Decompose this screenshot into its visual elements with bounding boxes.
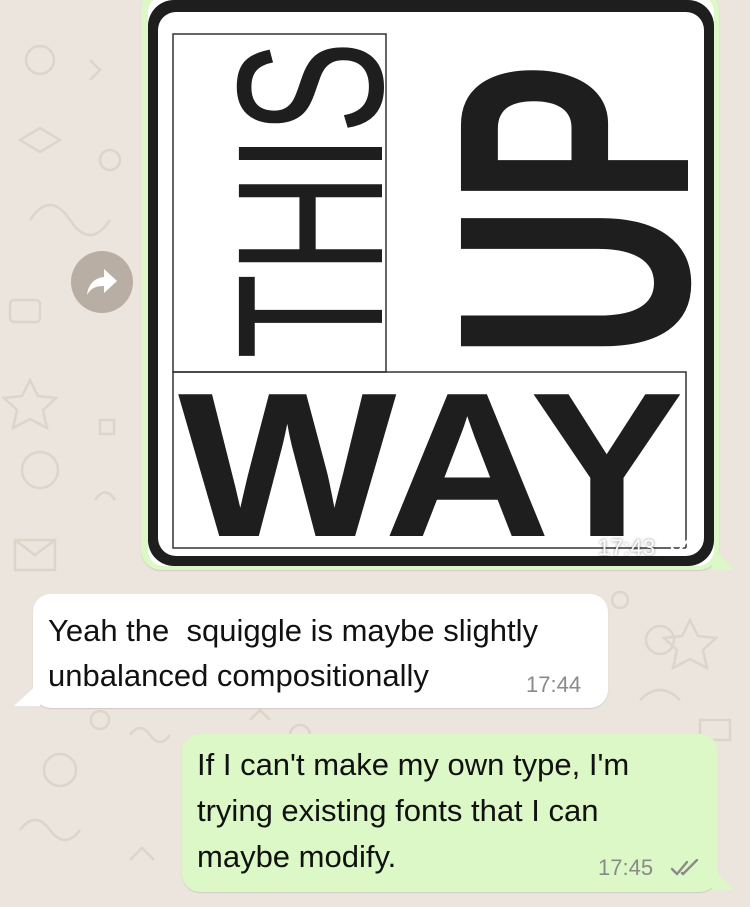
double-check-icon — [670, 859, 699, 876]
message-time: 17:45 — [598, 855, 654, 880]
message-text: Yeah the squiggle is maybe slightly unba… — [48, 613, 538, 693]
bubble-tail — [712, 868, 734, 890]
bubble-tail — [712, 546, 734, 570]
double-check-icon — [670, 538, 699, 555]
poster-word-way: WAY — [178, 350, 684, 566]
message-time: 17:44 — [526, 672, 582, 697]
message-time: 17:43 — [598, 535, 656, 560]
poster-word-up: UP — [389, 63, 714, 359]
bubble-tail — [14, 682, 40, 706]
poster-image[interactable]: THIS UP WAY — [148, 0, 714, 566]
forward-button[interactable] — [71, 251, 133, 313]
forward-arrow-icon — [87, 269, 117, 295]
